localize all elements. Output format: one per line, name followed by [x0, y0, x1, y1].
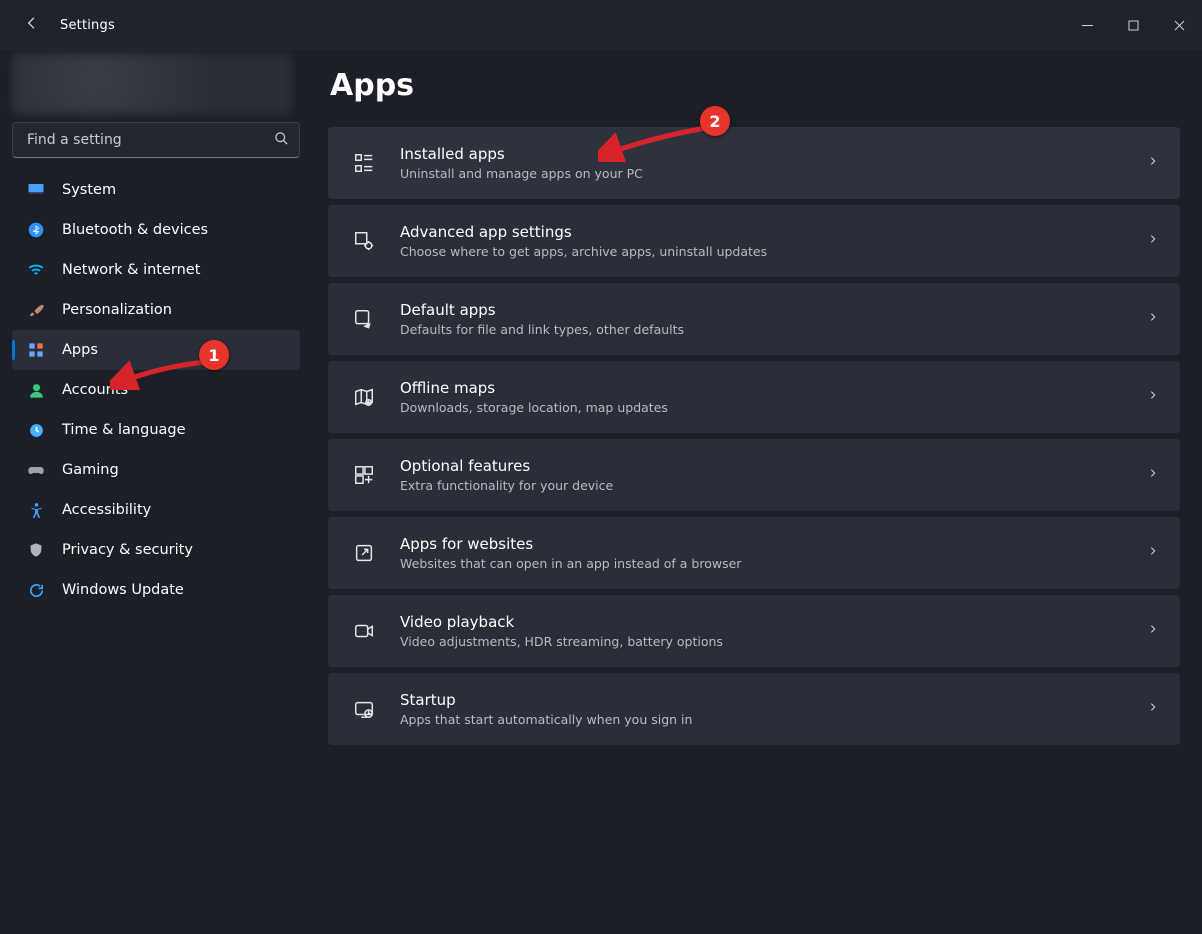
card-title: Optional features: [400, 457, 613, 477]
sidebar-item-network[interactable]: Network & internet: [12, 250, 300, 290]
chevron-right-icon: [1148, 544, 1158, 562]
card-subtitle: Apps that start automatically when you s…: [400, 712, 692, 727]
update-icon: [24, 582, 48, 599]
startup-icon: [350, 698, 378, 720]
sidebar-item-label: Time & language: [62, 422, 186, 438]
sidebar-item-label: Privacy & security: [62, 542, 193, 558]
sidebar-item-label: Bluetooth & devices: [62, 222, 208, 238]
window-controls: [1064, 0, 1202, 50]
card-subtitle: Video adjustments, HDR streaming, batter…: [400, 634, 723, 649]
chevron-right-icon: [1148, 700, 1158, 718]
card-title: Installed apps: [400, 145, 643, 165]
card-title: Default apps: [400, 301, 684, 321]
sidebar-item-label: Accounts: [62, 382, 128, 398]
card-subtitle: Uninstall and manage apps on your PC: [400, 166, 643, 181]
card-subtitle: Extra functionality for your device: [400, 478, 613, 493]
card-offline-maps[interactable]: Offline maps Downloads, storage location…: [328, 361, 1180, 433]
accounts-icon: [24, 382, 48, 399]
card-title: Video playback: [400, 613, 723, 633]
app-title: Settings: [60, 18, 115, 33]
card-optional-features[interactable]: Optional features Extra functionality fo…: [328, 439, 1180, 511]
chevron-right-icon: [1148, 622, 1158, 640]
card-apps-for-websites[interactable]: Apps for websites Websites that can open…: [328, 517, 1180, 589]
card-title: Startup: [400, 691, 692, 711]
nav-list: System Bluetooth & devices Network & int…: [0, 170, 312, 610]
titlebar: Settings: [0, 0, 1202, 50]
sidebar-item-accessibility[interactable]: Accessibility: [12, 490, 300, 530]
card-subtitle: Downloads, storage location, map updates: [400, 400, 668, 415]
settings-card-list: Installed apps Uninstall and manage apps…: [328, 127, 1180, 745]
video-icon: [350, 620, 378, 642]
installed-apps-icon: [350, 152, 378, 174]
sidebar-item-label: Network & internet: [62, 262, 200, 278]
brush-icon: [24, 302, 48, 319]
main-content: Apps Installed apps Uninstall and manage…: [312, 50, 1202, 934]
accessibility-icon: [24, 502, 48, 519]
annotation-badge-2: 2: [700, 106, 730, 136]
sidebar-item-gaming[interactable]: Gaming: [12, 450, 300, 490]
sidebar-item-label: Gaming: [62, 462, 119, 478]
sidebar-item-label: System: [62, 182, 116, 198]
search-input[interactable]: [25, 131, 274, 149]
apps-icon: [24, 342, 48, 358]
card-default-apps[interactable]: Default apps Defaults for file and link …: [328, 283, 1180, 355]
sidebar-item-time[interactable]: Time & language: [12, 410, 300, 450]
close-button[interactable]: [1156, 0, 1202, 50]
card-title: Offline maps: [400, 379, 668, 399]
sidebar-item-label: Personalization: [62, 302, 172, 318]
gaming-icon: [24, 461, 48, 479]
page-title: Apps: [330, 68, 1180, 103]
user-profile[interactable]: [12, 54, 292, 114]
wifi-icon: [24, 261, 48, 279]
sidebar-item-apps[interactable]: Apps: [12, 330, 300, 370]
sidebar-item-privacy[interactable]: Privacy & security: [12, 530, 300, 570]
open-external-icon: [350, 542, 378, 564]
search-box[interactable]: [12, 122, 300, 158]
default-apps-icon: [350, 308, 378, 330]
sidebar-item-label: Windows Update: [62, 582, 184, 598]
shield-icon: [24, 542, 48, 558]
card-subtitle: Defaults for file and link types, other …: [400, 322, 684, 337]
sidebar-item-personalization[interactable]: Personalization: [12, 290, 300, 330]
sidebar: System Bluetooth & devices Network & int…: [0, 50, 312, 934]
chevron-right-icon: [1148, 310, 1158, 328]
sidebar-item-accounts[interactable]: Accounts: [12, 370, 300, 410]
advanced-settings-icon: [350, 230, 378, 252]
features-icon: [350, 464, 378, 486]
clock-icon: [24, 422, 48, 439]
card-video-playback[interactable]: Video playback Video adjustments, HDR st…: [328, 595, 1180, 667]
card-subtitle: Websites that can open in an app instead…: [400, 556, 741, 571]
sidebar-item-system[interactable]: System: [12, 170, 300, 210]
chevron-right-icon: [1148, 466, 1158, 484]
card-advanced-app-settings[interactable]: Advanced app settings Choose where to ge…: [328, 205, 1180, 277]
sidebar-item-update[interactable]: Windows Update: [12, 570, 300, 610]
card-startup[interactable]: Startup Apps that start automatically wh…: [328, 673, 1180, 745]
chevron-right-icon: [1148, 232, 1158, 250]
system-icon: [24, 181, 48, 199]
back-button[interactable]: [20, 15, 44, 35]
map-icon: [350, 386, 378, 408]
minimize-button[interactable]: [1064, 0, 1110, 50]
search-icon: [274, 131, 289, 150]
bluetooth-icon: [24, 222, 48, 238]
sidebar-item-bluetooth[interactable]: Bluetooth & devices: [12, 210, 300, 250]
card-subtitle: Choose where to get apps, archive apps, …: [400, 244, 767, 259]
card-installed-apps[interactable]: Installed apps Uninstall and manage apps…: [328, 127, 1180, 199]
card-title: Advanced app settings: [400, 223, 767, 243]
annotation-badge-1: 1: [199, 340, 229, 370]
sidebar-item-label: Apps: [62, 342, 98, 358]
maximize-button[interactable]: [1110, 0, 1156, 50]
sidebar-item-label: Accessibility: [62, 502, 151, 518]
card-title: Apps for websites: [400, 535, 741, 555]
chevron-right-icon: [1148, 388, 1158, 406]
chevron-right-icon: [1148, 154, 1158, 172]
